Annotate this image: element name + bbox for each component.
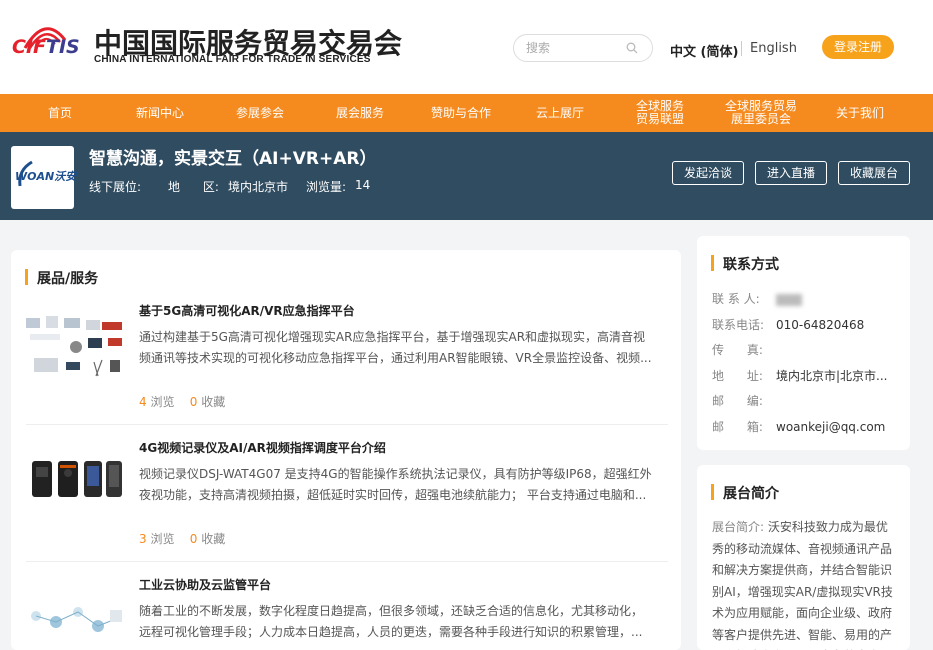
nav-cloud-hall[interactable]: 云上展厅: [530, 94, 590, 132]
product-description: 通过构建基于5G高清可视化增强现实AR应急指挥平台，基于增强现实AR和虚拟现实，…: [139, 330, 652, 365]
product-item[interactable]: 工业云协助及云监管平台 随着工业的不断发展，数字化程度日趋提高，但很多领域，还缺…: [26, 576, 668, 650]
nav-about[interactable]: 关于我们: [830, 94, 890, 132]
section-marker: [711, 255, 714, 271]
views-count: 4: [139, 395, 147, 409]
nav-news[interactable]: 新闻中心: [130, 94, 190, 132]
nav-exhibit[interactable]: 参展参会: [230, 94, 290, 132]
contact-key: 地 址:: [712, 369, 763, 383]
product-name[interactable]: 工业云协助及云监管平台: [139, 576, 271, 593]
views-count: 3: [139, 532, 147, 546]
nav-home[interactable]: 首页: [35, 94, 85, 132]
nav-sponsor[interactable]: 赞助与合作: [425, 94, 497, 132]
favorites-label: 收藏: [201, 532, 226, 546]
intro-text: 沃安科技致力成为最优秀的移动流媒体、音视频通讯产品和解决方案提供商，并结合智能识…: [712, 520, 893, 650]
product-thumbnail[interactable]: [26, 302, 126, 382]
section-marker: [25, 269, 28, 285]
redacted-name: [776, 293, 802, 306]
views-label: 浏览量:: [306, 180, 347, 194]
products-section-title: 展品/服务: [37, 271, 99, 287]
search-box[interactable]: [513, 34, 653, 62]
contact-key: 邮 编:: [712, 394, 763, 408]
exhibitor-logo: WOAN沃安: [11, 146, 77, 209]
contact-key: 邮 箱:: [712, 420, 763, 434]
top-header: CIFTIS 中国国际服务贸易交易会 CHINA INTERNATIONAL F…: [0, 0, 933, 94]
contact-address: 境内北京市|北京市...: [776, 369, 888, 383]
product-thumbnail[interactable]: [26, 439, 126, 519]
section-marker: [711, 484, 714, 500]
product-item[interactable]: 基于5G高清可视化AR/VR应急指挥平台 通过构建基于5G高清可视化增强现实AR…: [26, 302, 668, 425]
product-item[interactable]: 4G视频记录仪及AI/AR视频指挥调度平台介绍 视频记录仪DSJ-WAT4G07…: [26, 439, 668, 562]
contact-row: 联系电话: 010-64820468: [712, 316, 864, 333]
divider: [26, 561, 668, 562]
logo-text-part: CIF: [12, 36, 46, 58]
favorites-count: 0: [189, 532, 198, 546]
enter-live-button[interactable]: 进入直播: [755, 161, 827, 185]
exhibitor-logo-text: WOAN沃安: [15, 170, 77, 183]
nav-alliance[interactable]: 全球服务 贸易联盟: [625, 94, 695, 132]
product-description: 视频记录仪DSJ-WAT4G07 是支持4G的智能操作系统执法记录仪，具有防护等…: [139, 467, 652, 502]
views-label: 浏览: [150, 395, 175, 409]
brand-title-en: CHINA INTERNATIONAL FAIR FOR TRADE IN SE…: [94, 54, 371, 65]
product-name[interactable]: 基于5G高清可视化AR/VR应急指挥平台: [139, 302, 355, 319]
start-negotiation-button[interactable]: 发起洽谈: [672, 161, 744, 185]
intro-label: 展台简介:: [712, 520, 765, 534]
region-label: 地 区:: [168, 180, 219, 194]
contact-email[interactable]: woankeji@qq.com: [776, 420, 885, 434]
main-nav: 首页 新闻中心 参展参会 展会服务 赞助与合作 云上展厅 全球服务 贸易联盟 全…: [0, 94, 933, 132]
contact-phone: 010-64820468: [776, 318, 865, 332]
product-stats: 3 浏览 0 收藏: [139, 530, 225, 547]
intro-section-title: 展台简介: [723, 486, 779, 502]
contact-key: 传 真:: [712, 343, 763, 357]
exhibitor-title: 智慧沟通，实景交互（AI+VR+AR）: [89, 149, 377, 169]
booth-label: 线下展位:: [89, 180, 142, 194]
contact-row: 邮 箱: woankeji@qq.com: [712, 418, 885, 435]
exhibitor-banner: WOAN沃安 智慧沟通，实景交互（AI+VR+AR） 线下展位: 地 区: 境内…: [0, 132, 933, 220]
contact-key: 联系电话:: [712, 318, 765, 332]
contact-section-title: 联系方式: [723, 257, 779, 273]
lang-english[interactable]: English: [750, 41, 797, 56]
intro-text-block: 展台简介: 沃安科技致力成为最优秀的移动流媒体、音视频通讯产品和解决方案提供商，…: [712, 517, 897, 650]
views-label: 浏览: [150, 532, 175, 546]
contact-key: 联 系 人:: [712, 292, 760, 306]
region-value: 境内北京市: [228, 180, 289, 194]
logo-text-part: TIS: [46, 36, 80, 58]
contact-row: 地 址: 境内北京市|北京市...: [712, 367, 888, 384]
login-register-button[interactable]: 登录注册: [822, 35, 894, 59]
favorites-count: 0: [189, 395, 198, 409]
nav-services[interactable]: 展会服务: [330, 94, 390, 132]
product-description: 随着工业的不断发展，数字化程度日趋提高，但很多领域，还缺乏合适的信息化，尤其移动…: [139, 604, 644, 639]
views-value: 14: [355, 178, 371, 192]
contact-row: 传 真:: [712, 341, 776, 358]
ciftis-logo[interactable]: CIFTIS: [10, 18, 80, 73]
divider: [26, 424, 668, 425]
product-stats: 4 浏览 0 收藏: [139, 393, 225, 410]
lang-chinese[interactable]: 中文 (简体): [670, 41, 738, 60]
contact-row: 联 系 人:: [712, 290, 802, 307]
product-name[interactable]: 4G视频记录仪及AI/AR视频指挥调度平台介绍: [139, 439, 386, 456]
nav-committee[interactable]: 全球服务贸易 展里委员会: [720, 94, 802, 132]
favorites-label: 收藏: [201, 395, 226, 409]
contact-row: 邮 编:: [712, 392, 776, 409]
logo-text: CIFTIS: [12, 36, 80, 58]
search-icon[interactable]: [626, 42, 638, 54]
favorite-booth-button[interactable]: 收藏展台: [838, 161, 910, 185]
lang-divider: [741, 41, 742, 56]
product-thumbnail[interactable]: [26, 576, 126, 650]
search-input[interactable]: [526, 40, 626, 56]
